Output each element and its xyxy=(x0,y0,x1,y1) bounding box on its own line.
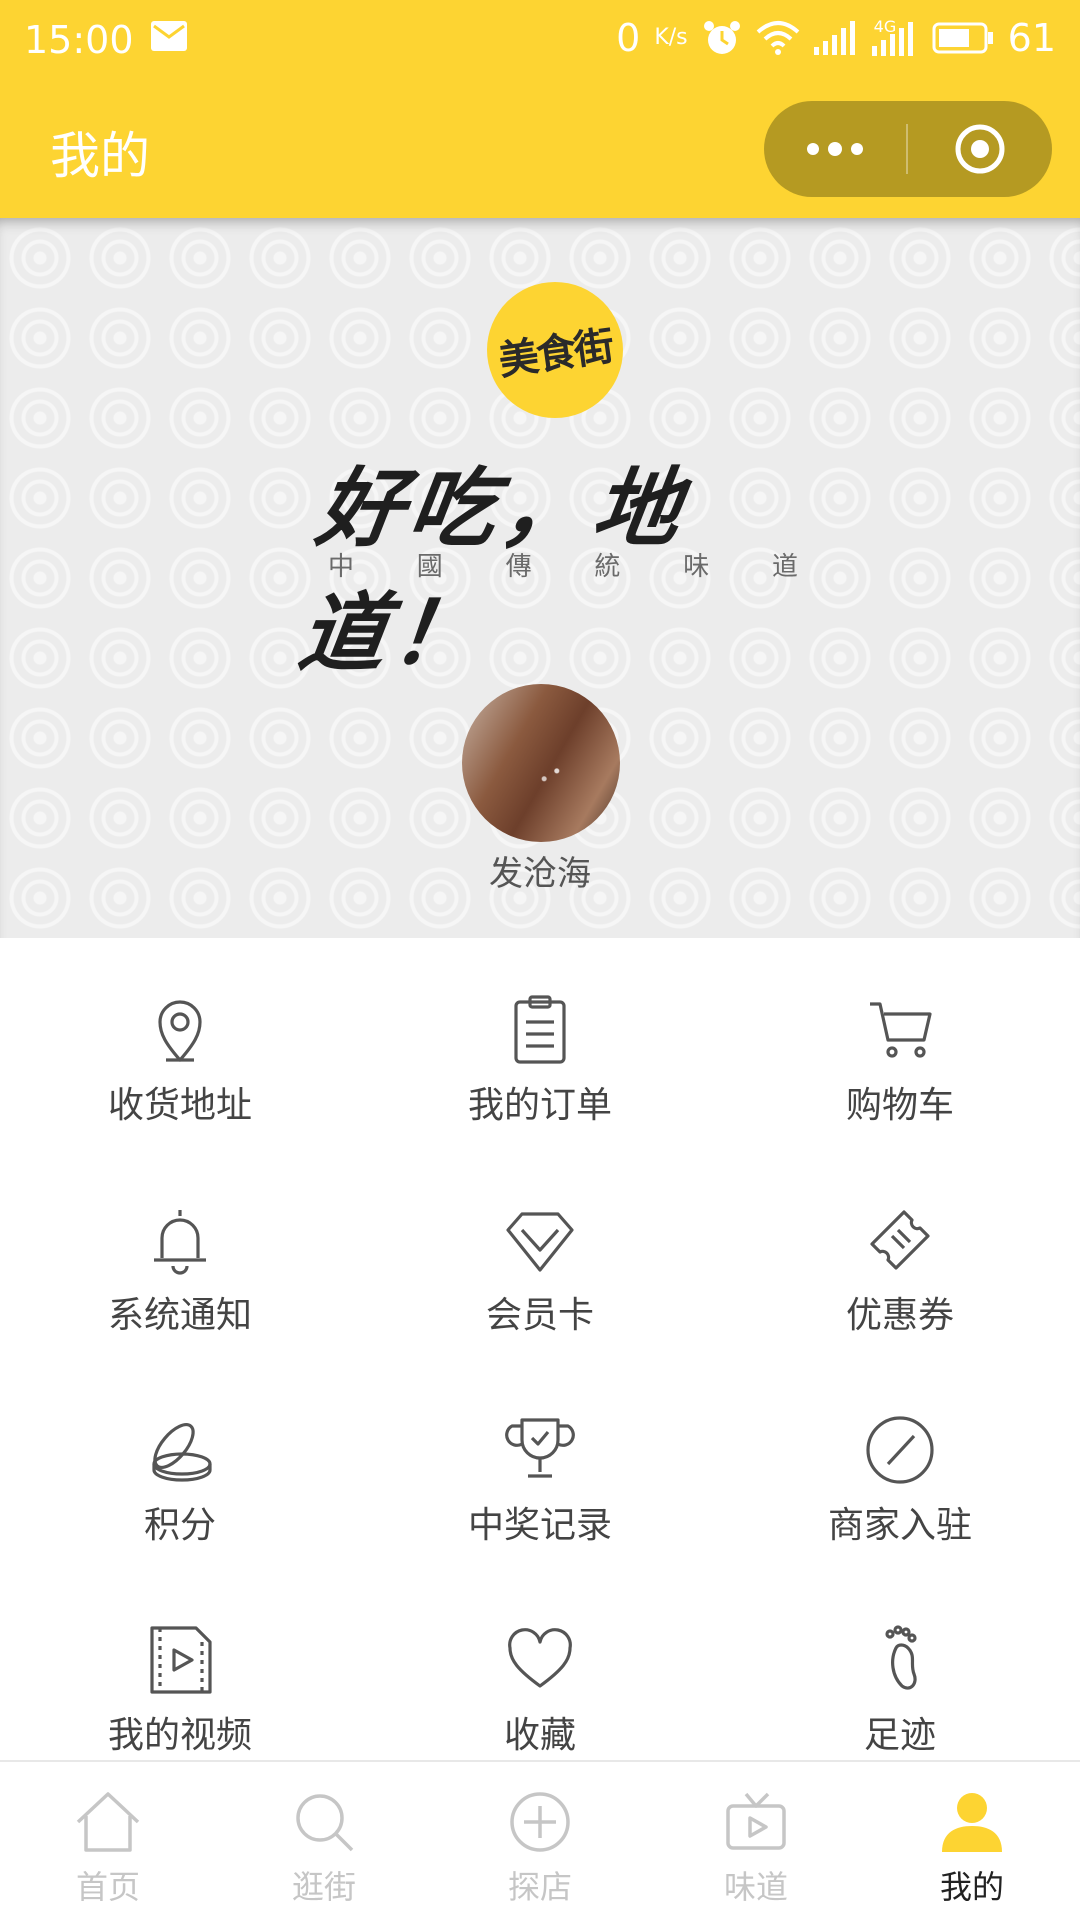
tab-explore-shop[interactable]: 探店 xyxy=(432,1762,648,1920)
status-indicators: 0 K/s 4G 61 xyxy=(616,16,1056,60)
tab-label: 首页 xyxy=(75,1868,140,1906)
video-file-icon xyxy=(150,1626,212,1694)
menu-item-address[interactable]: 收货地址 xyxy=(0,938,360,1148)
menu-item-orders[interactable]: 我的订单 xyxy=(360,938,720,1148)
menu-item-label: 收藏 xyxy=(503,1715,576,1756)
menu-item-label: 优惠券 xyxy=(845,1295,954,1336)
tv-icon xyxy=(726,1792,786,1850)
more-dots-icon xyxy=(807,142,863,156)
target-close-icon xyxy=(955,124,1005,174)
close-mini-program-button[interactable] xyxy=(908,101,1052,197)
username: 发沧海 xyxy=(489,854,591,894)
slogan-sub-char: 道 xyxy=(771,552,798,582)
battery-level: 61 xyxy=(1007,16,1056,60)
menu-item-label: 会员卡 xyxy=(485,1295,594,1336)
tab-taste[interactable]: 味道 xyxy=(648,1762,864,1920)
footprint-icon xyxy=(885,1625,917,1690)
menu-item-points[interactable]: 积分 xyxy=(0,1358,360,1568)
menu-item-favorites[interactable]: 收藏 xyxy=(360,1568,720,1760)
tab-label: 探店 xyxy=(507,1868,572,1906)
menu-item-merchant-join[interactable]: 商家入驻 xyxy=(720,1358,1080,1568)
coins-icon xyxy=(152,1423,212,1482)
more-button[interactable] xyxy=(764,101,906,197)
slogan-sub-char: 國 xyxy=(416,552,443,582)
slogan-sub: 中 國 傳 統 味 道 xyxy=(328,546,798,583)
slogan: 好吃，地道！ 中 國 傳 統 味 道 xyxy=(293,428,820,684)
menu-item-label: 我的订单 xyxy=(467,1085,612,1126)
clipboard-icon xyxy=(514,995,566,1064)
menu-item-footprints[interactable]: 足迹 xyxy=(720,1568,1080,1760)
menu-item-notifications[interactable]: 系统通知 xyxy=(0,1148,360,1358)
diamond-icon xyxy=(506,1212,574,1272)
net-speed-unit: K/s xyxy=(654,25,688,50)
menu-item-member-card[interactable]: 会员卡 xyxy=(360,1148,720,1358)
signal-4g-icon xyxy=(871,22,913,56)
tab-home[interactable]: 首页 xyxy=(0,1762,216,1920)
avatar[interactable] xyxy=(462,684,620,842)
menu-item-label: 收货地址 xyxy=(107,1085,252,1126)
alarm-icon xyxy=(703,21,740,54)
slogan-sub-char: 統 xyxy=(594,552,621,582)
tab-label: 味道 xyxy=(723,1868,788,1906)
menu-item-label: 我的视频 xyxy=(107,1715,252,1756)
menu-item-my-videos[interactable]: 我的视频 xyxy=(0,1568,360,1760)
battery-icon xyxy=(932,22,993,54)
menu-item-prize-records[interactable]: 中奖记录 xyxy=(360,1358,720,1568)
menu-item-label: 积分 xyxy=(143,1505,216,1546)
tab-browse[interactable]: 逛街 xyxy=(216,1762,432,1920)
brand-logo: 美食街 xyxy=(487,282,623,418)
home-icon xyxy=(76,1792,140,1852)
search-icon xyxy=(296,1794,354,1852)
cart-icon xyxy=(870,1002,932,1058)
slogan-sub-char: 味 xyxy=(683,552,710,582)
top-bar: 15:00 0 K/s 4G 61 我的 xyxy=(0,0,1080,218)
status-bar: 15:00 0 K/s 4G 61 xyxy=(0,0,1080,80)
tab-label: 逛街 xyxy=(291,1868,356,1906)
signal-icon xyxy=(813,21,855,55)
slogan-sub-char: 傳 xyxy=(505,552,532,582)
tab-mine[interactable]: 我的 xyxy=(864,1762,1080,1920)
page-title: 我的 xyxy=(50,127,150,185)
mini-program-capsule xyxy=(764,101,1052,197)
menu-item-label: 商家入驻 xyxy=(827,1505,972,1546)
menu-item-coupons[interactable]: 优惠券 xyxy=(720,1148,1080,1358)
bell-icon xyxy=(154,1210,206,1275)
tab-label: 我的 xyxy=(939,1868,1004,1906)
trophy-icon xyxy=(505,1418,575,1478)
location-pin-icon xyxy=(158,1000,202,1062)
signal-4g: 4G xyxy=(871,17,918,56)
ticket-icon xyxy=(870,1210,930,1270)
mail-notification-icon xyxy=(151,21,187,51)
nav-bar: 我的 xyxy=(0,80,1080,218)
plus-circle-icon xyxy=(510,1792,570,1852)
menu-item-label: 系统通知 xyxy=(107,1295,252,1336)
heart-icon xyxy=(508,1628,572,1688)
profile-header: 美食街 好吃，地道！ 中 國 傳 統 味 道 发沧海 xyxy=(0,218,1080,938)
wifi-icon xyxy=(756,21,799,55)
status-time: 15:00 xyxy=(24,18,134,62)
user-icon xyxy=(942,1793,1002,1852)
menu-item-label: 足迹 xyxy=(863,1715,936,1756)
net-speed-value: 0 xyxy=(616,16,641,60)
menu-item-label: 中奖记录 xyxy=(467,1505,612,1546)
bottom-tab-bar: 首页 逛街 探店 味道 我的 xyxy=(0,1760,1080,1920)
menu-item-label: 购物车 xyxy=(845,1085,954,1126)
menu-item-cart[interactable]: 购物车 xyxy=(720,938,1080,1148)
slogan-sub-char: 中 xyxy=(328,552,355,582)
brand-logo-text: 美食街 xyxy=(495,322,616,385)
menu-grid: 收货地址 我的订单 购物车 系统通知 会员卡 优惠券 积分 中奖记录 商家入驻 … xyxy=(0,938,1080,1760)
pen-circle-icon xyxy=(866,1416,934,1484)
